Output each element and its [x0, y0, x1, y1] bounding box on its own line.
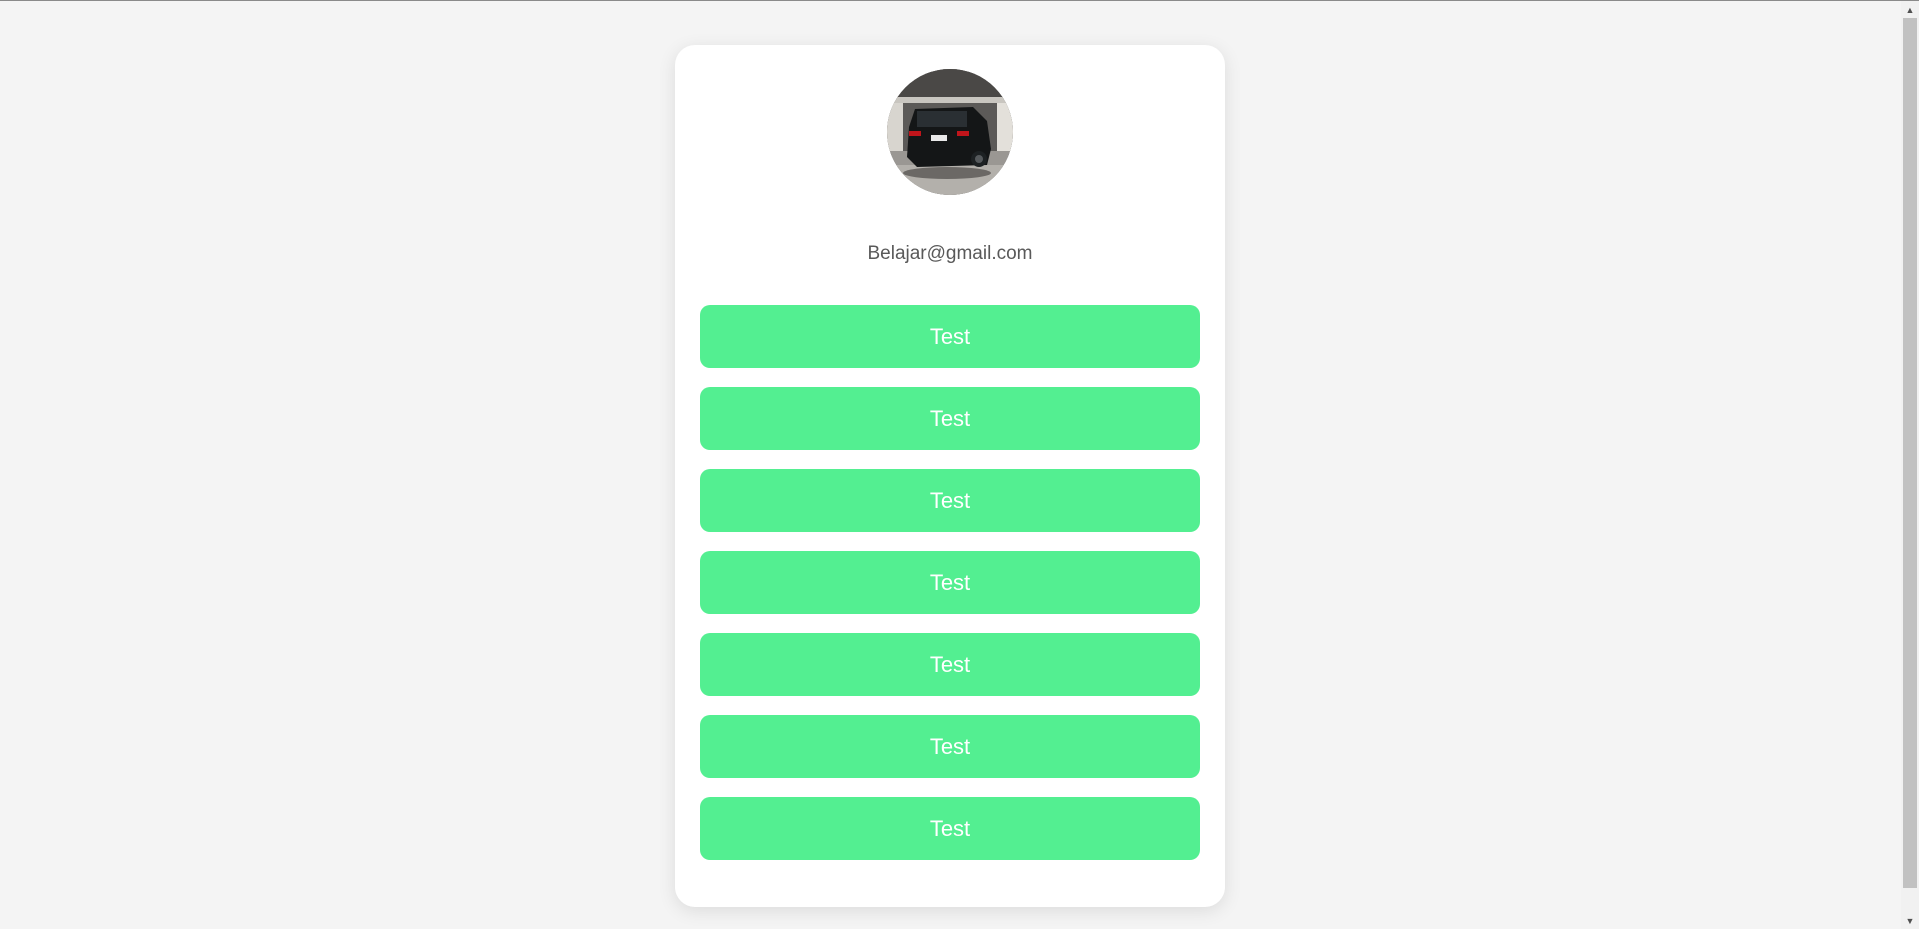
scrollbar-thumb[interactable]: [1903, 18, 1917, 888]
profile-card: Belajar@gmail.com Test Test Test Test Te…: [675, 45, 1225, 907]
profile-email: Belajar@gmail.com: [867, 243, 1033, 264]
link-button-5[interactable]: Test: [700, 633, 1200, 696]
vertical-scrollbar[interactable]: ▲ ▼: [1901, 1, 1919, 929]
link-button-list: Test Test Test Test Test Test Test: [700, 305, 1200, 879]
link-button-3[interactable]: Test: [700, 469, 1200, 532]
page-viewport: Belajar@gmail.com Test Test Test Test Te…: [0, 1, 1901, 929]
scroll-up-arrow-icon[interactable]: ▲: [1901, 1, 1919, 18]
link-button-4[interactable]: Test: [700, 551, 1200, 614]
car-photo-icon: [887, 69, 1013, 195]
link-button-6[interactable]: Test: [700, 715, 1200, 778]
avatar: [887, 69, 1013, 195]
link-button-2[interactable]: Test: [700, 387, 1200, 450]
link-button-7[interactable]: Test: [700, 797, 1200, 860]
scroll-down-arrow-icon[interactable]: ▼: [1901, 912, 1919, 929]
link-button-1[interactable]: Test: [700, 305, 1200, 368]
